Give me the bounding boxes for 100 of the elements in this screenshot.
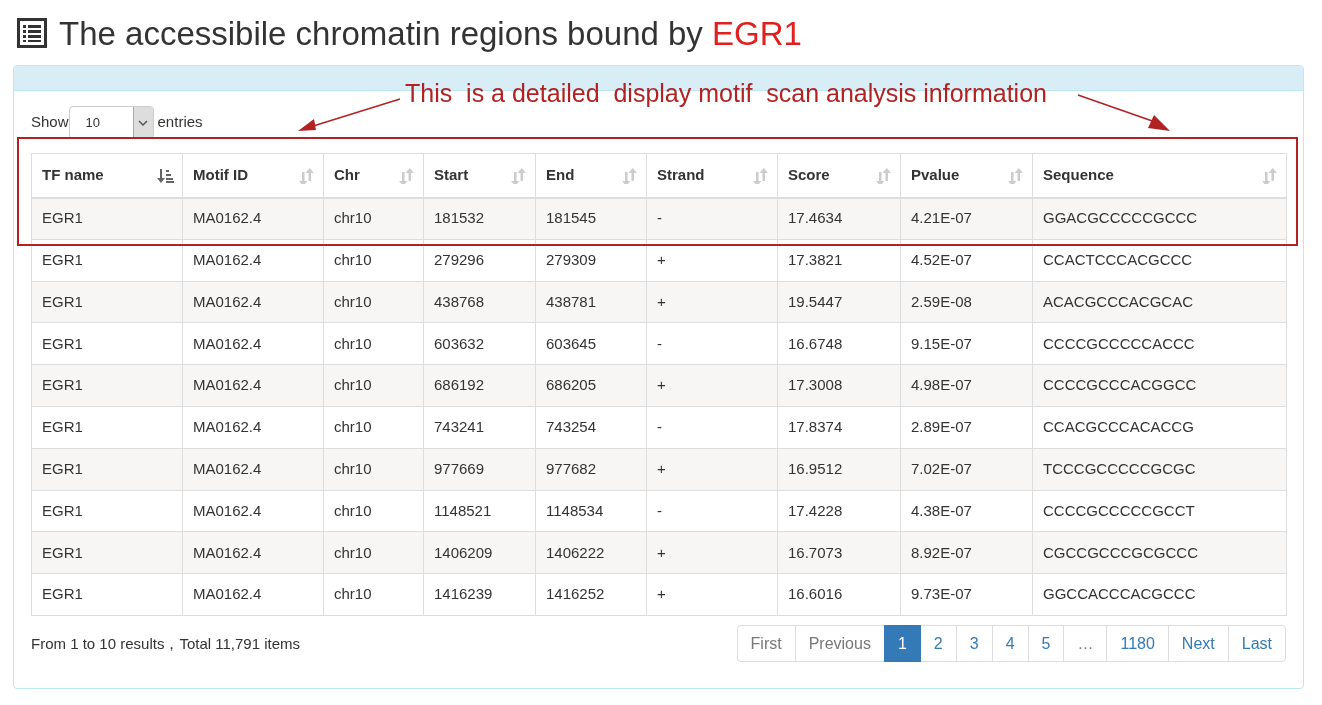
table-cell: TCCCGCCCCCGCGC — [1032, 448, 1287, 491]
table-cell: MA0162.4 — [182, 197, 324, 240]
table-cell: - — [646, 322, 778, 365]
table-cell: + — [646, 364, 778, 407]
column-header[interactable]: End — [535, 153, 647, 198]
table-cell: GGACGCCCCCGCCC — [1032, 197, 1287, 240]
table-cell: chr10 — [323, 448, 424, 491]
table-cell: 17.3008 — [777, 364, 901, 407]
table-cell: chr10 — [323, 573, 424, 616]
list-icon — [17, 18, 47, 48]
table-cell: EGR1 — [31, 490, 183, 532]
table-cell: 16.7073 — [777, 531, 901, 574]
column-header[interactable]: Chr — [323, 153, 424, 198]
table-cell: 19.5447 — [777, 281, 901, 323]
page-button[interactable]: Next — [1167, 625, 1229, 662]
table-cell: CCACGCCCACACCG — [1032, 406, 1287, 449]
page-button[interactable]: 4 — [991, 625, 1029, 662]
table-cell: 686192 — [423, 364, 536, 407]
page-heading: The accessibile chromatin regions bound by EGR1 — [59, 16, 802, 50]
table-cell: 9.73E-07 — [900, 573, 1033, 616]
table-cell: MA0162.4 — [182, 364, 324, 407]
table-cell: chr10 — [323, 531, 424, 574]
table-cell: MA0162.4 — [182, 490, 324, 532]
table-cell: 181545 — [535, 197, 647, 240]
table-cell: CCCCGCCCACGGCC — [1032, 364, 1287, 407]
entries-select[interactable]: 10 — [68, 106, 154, 139]
table-cell: 181532 — [423, 197, 536, 240]
table-cell: 4.21E-07 — [900, 197, 1033, 240]
table-cell: 1416252 — [535, 573, 647, 616]
table-cell: + — [646, 281, 778, 323]
table-cell: MA0162.4 — [182, 448, 324, 491]
table-cell: 1406209 — [423, 531, 536, 574]
table-cell: 743241 — [423, 406, 536, 449]
table-cell: 16.6748 — [777, 322, 901, 365]
show-label: Show — [31, 112, 69, 133]
column-header[interactable]: TF name — [31, 153, 183, 198]
column-header[interactable]: Motif ID — [182, 153, 324, 198]
page-button[interactable]: 1180 — [1106, 625, 1169, 662]
entries-label: entries — [157, 112, 203, 133]
table-cell: chr10 — [323, 406, 424, 449]
page-button[interactable]: 3 — [955, 625, 993, 662]
column-header[interactable]: Strand — [646, 153, 778, 198]
table-cell: 4.98E-07 — [900, 364, 1033, 407]
table-cell: EGR1 — [31, 364, 183, 407]
table-cell: CGCCGCCCGCGCCC — [1032, 531, 1287, 574]
table-cell: EGR1 — [31, 448, 183, 491]
table-cell: 9.15E-07 — [900, 322, 1033, 365]
table-cell: 977682 — [535, 448, 647, 491]
table-cell: 4.38E-07 — [900, 490, 1033, 532]
column-header[interactable]: Pvalue — [900, 153, 1033, 198]
column-header[interactable]: Score — [777, 153, 901, 198]
table-cell: 977669 — [423, 448, 536, 491]
table-cell: - — [646, 490, 778, 532]
table-cell: 686205 — [535, 364, 647, 407]
table-cell: 1406222 — [535, 531, 647, 574]
table-cell: 1148534 — [535, 490, 647, 532]
table-cell: 17.4228 — [777, 490, 901, 532]
table-cell: chr10 — [323, 364, 424, 407]
table-cell: + — [646, 448, 778, 491]
table-cell: MA0162.4 — [182, 573, 324, 616]
table-cell: ACACGCCCACGCAC — [1032, 281, 1287, 323]
table-cell: + — [646, 531, 778, 574]
table-cell: - — [646, 406, 778, 449]
table-cell: - — [646, 197, 778, 240]
table-cell: EGR1 — [31, 573, 183, 616]
table-cell: 16.9512 — [777, 448, 901, 491]
table-cell: CCCCGCCCCCGCCT — [1032, 490, 1287, 532]
table-cell: 2.59E-08 — [900, 281, 1033, 323]
annotation-text: This is a detailed display motif scan analysis information — [405, 78, 1047, 109]
table-cell: 8.92E-07 — [900, 531, 1033, 574]
table-cell: 17.4634 — [777, 197, 901, 240]
table-cell: chr10 — [323, 197, 424, 240]
column-header[interactable]: Start — [423, 153, 536, 198]
table-cell: 17.8374 — [777, 406, 901, 449]
page-button[interactable]: Last — [1227, 625, 1286, 662]
table-cell: EGR1 — [31, 531, 183, 574]
table-cell: CCCCGCCCCCACCC — [1032, 322, 1287, 365]
page-button[interactable]: 2 — [919, 625, 957, 662]
table-cell: 438781 — [535, 281, 647, 323]
table-cell: 2.89E-07 — [900, 406, 1033, 449]
table-cell: MA0162.4 — [182, 406, 324, 449]
table-cell: 1416239 — [423, 573, 536, 616]
table-cell: chr10 — [323, 281, 424, 323]
table-cell: 1148521 — [423, 490, 536, 532]
table-cell: 438768 — [423, 281, 536, 323]
table-cell: MA0162.4 — [182, 531, 324, 574]
table-cell: EGR1 — [31, 406, 183, 449]
table-cell: MA0162.4 — [182, 281, 324, 323]
table-cell: EGR1 — [31, 281, 183, 323]
table-cell: + — [646, 573, 778, 616]
table-cell: 603645 — [535, 322, 647, 365]
page-button[interactable]: 1 — [883, 625, 921, 662]
chevron-down-icon — [138, 119, 149, 126]
table-cell: EGR1 — [31, 322, 183, 365]
table-cell: GGCCACCCACGCCC — [1032, 573, 1287, 616]
table-cell: EGR1 — [31, 197, 183, 240]
column-header[interactable]: Sequence — [1032, 153, 1287, 198]
table-cell: chr10 — [323, 322, 424, 365]
results-info: From 1 to 10 results，Total 11,791 items — [31, 634, 300, 654]
table-cell: 603632 — [423, 322, 536, 365]
